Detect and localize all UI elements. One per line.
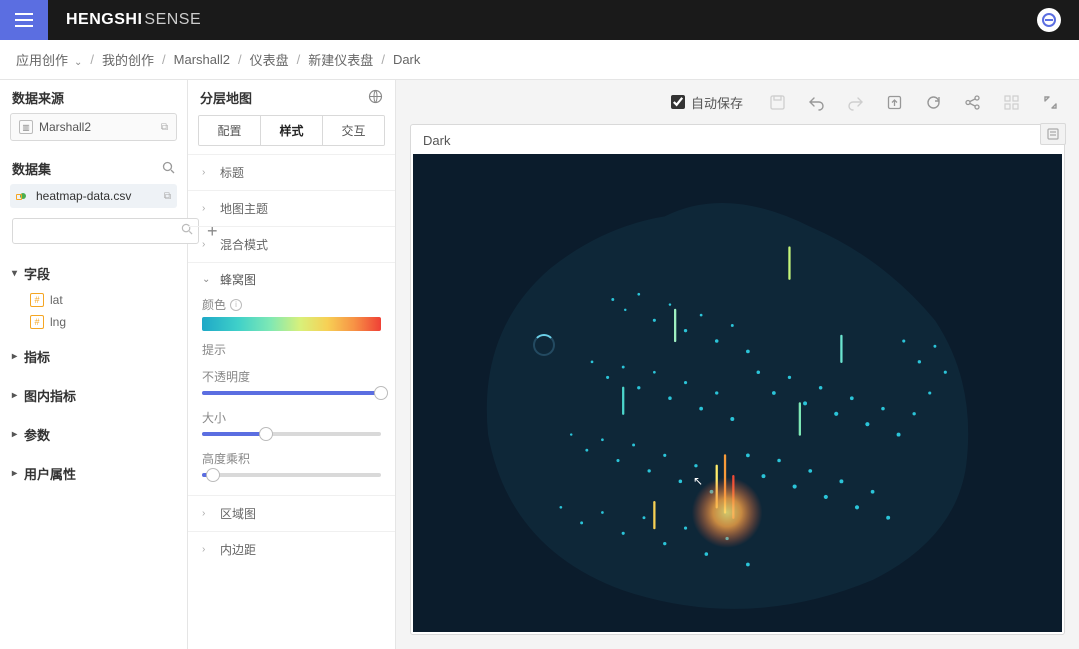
- size-slider[interactable]: [202, 432, 381, 436]
- chevron-right-icon: ›: [202, 167, 212, 178]
- tab-style[interactable]: 样式: [260, 116, 322, 145]
- opt-hex-toggle[interactable]: ⌄蜂窝图: [202, 271, 381, 288]
- dataset-heading: 数据集: [0, 151, 187, 184]
- chevron-down-icon: ⌄: [202, 274, 212, 285]
- fields-section[interactable]: ▾字段: [0, 258, 187, 289]
- link-icon: ⧉: [161, 122, 168, 133]
- info-icon[interactable]: i: [230, 299, 242, 311]
- number-type-icon: #: [30, 315, 44, 329]
- heatmap-visual: [413, 154, 1062, 632]
- autosave-toggle[interactable]: 自动保存: [671, 93, 743, 112]
- crumb-item[interactable]: Dark: [393, 52, 420, 67]
- opacity-label: 不透明度: [202, 368, 381, 385]
- field-item-lat[interactable]: #lat: [0, 289, 187, 311]
- metrics-section[interactable]: ▸指标: [0, 341, 187, 372]
- chart-type-heading: 分层地图: [188, 80, 395, 115]
- grid-icon: [1003, 94, 1020, 111]
- brand-logo: HENGSHISENSE: [66, 11, 201, 29]
- user-avatar[interactable]: [1037, 8, 1061, 32]
- opt-title[interactable]: ›标题: [188, 154, 395, 190]
- chevron-right-icon: ›: [202, 239, 212, 250]
- opt-theme[interactable]: ›地图主题: [188, 190, 395, 226]
- csv-icon: [16, 189, 30, 203]
- refresh-icon[interactable]: [925, 94, 942, 111]
- globe-icon[interactable]: [368, 89, 383, 107]
- opt-blend[interactable]: ›混合模式: [188, 226, 395, 262]
- collapse-panel-button[interactable]: ‹: [395, 360, 396, 388]
- size-label: 大小: [202, 409, 381, 426]
- chart-metrics-section[interactable]: ▸图内指标: [0, 380, 187, 411]
- data-source-item[interactable]: ▥ Marshall2 ⧉: [10, 113, 177, 141]
- search-icon[interactable]: [162, 161, 175, 177]
- chevron-down-icon: ⌄: [74, 57, 82, 68]
- hint-label: 提示: [202, 341, 381, 358]
- color-gradient-picker[interactable]: [202, 317, 381, 331]
- style-tabs: 配置 样式 交互: [198, 115, 385, 146]
- note-flag-button[interactable]: [1040, 123, 1066, 145]
- export-icon[interactable]: [886, 94, 903, 111]
- crumb-root[interactable]: 应用创作⌄: [16, 50, 82, 69]
- user-attrs-section[interactable]: ▸用户属性: [0, 458, 187, 489]
- crumb-item[interactable]: 仪表盘: [250, 50, 289, 69]
- field-item-lng[interactable]: #lng: [0, 311, 187, 333]
- chevron-right-icon: ›: [202, 544, 212, 555]
- tab-interact[interactable]: 交互: [322, 116, 384, 145]
- avatar-icon: [1042, 13, 1056, 27]
- cursor-icon: ↖: [693, 474, 703, 488]
- field-search-input[interactable]: [12, 218, 199, 244]
- crumb-item[interactable]: Marshall2: [174, 52, 230, 67]
- chevron-right-icon: ›: [202, 203, 212, 214]
- db-icon: ▥: [19, 120, 33, 134]
- height-label: 高度乘积: [202, 450, 381, 467]
- tab-config[interactable]: 配置: [199, 116, 260, 145]
- opt-padding[interactable]: ›内边距: [188, 531, 395, 567]
- data-source-heading: 数据来源: [0, 80, 187, 113]
- crumb-item[interactable]: 新建仪表盘: [308, 50, 373, 69]
- opt-region[interactable]: ›区域图: [188, 495, 395, 531]
- number-type-icon: #: [30, 293, 44, 307]
- note-icon: [1046, 127, 1060, 141]
- chart-title: Dark: [411, 125, 1064, 154]
- collapse-icon[interactable]: [1042, 94, 1059, 111]
- loading-spinner: [533, 334, 555, 356]
- redo-icon: [847, 94, 864, 111]
- height-slider[interactable]: [202, 473, 381, 477]
- color-label: 颜色i: [202, 296, 381, 313]
- save-icon: [769, 94, 786, 111]
- hamburger-icon: [15, 13, 33, 27]
- opacity-slider[interactable]: [202, 391, 381, 395]
- map-canvas[interactable]: ↖: [413, 154, 1062, 632]
- params-section[interactable]: ▸参数: [0, 419, 187, 450]
- crumb-item[interactable]: 我的创作: [102, 50, 154, 69]
- menu-button[interactable]: [0, 0, 48, 40]
- link-icon: ⧉: [164, 191, 171, 202]
- chevron-right-icon: ›: [202, 508, 212, 519]
- opt-hex-group: ⌄蜂窝图 颜色i 提示 不透明度 大小 高度乘积: [188, 262, 395, 495]
- breadcrumb: 应用创作⌄ / 我的创作 / Marshall2 / 仪表盘 / 新建仪表盘 /…: [0, 40, 1079, 80]
- share-icon[interactable]: [964, 94, 981, 111]
- dataset-item[interactable]: heatmap-data.csv ⧉: [10, 184, 177, 208]
- undo-icon[interactable]: [808, 94, 825, 111]
